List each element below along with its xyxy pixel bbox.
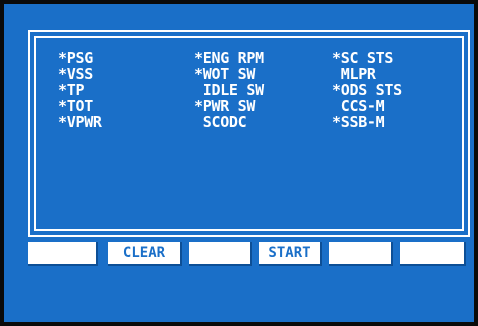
clear-button[interactable]: CLEAR [108,242,182,266]
menu-item-vss[interactable]: *VSS [58,66,102,82]
menu-item-ssb-m[interactable]: *SSB-M [332,114,402,130]
scan-tool-screen: *PSG *VSS *TP *TOT *VPWR *ENG RPM *WOT S… [0,0,478,326]
data-list-inner-frame: *PSG *VSS *TP *TOT *VPWR *ENG RPM *WOT S… [34,36,464,231]
menu-item-wot-sw[interactable]: *WOT SW [194,66,264,82]
softkey-6-button[interactable] [400,242,466,266]
menu-item-scodc[interactable]: SCODC [194,114,264,130]
softkey-3-button[interactable] [189,242,252,266]
data-list-panel: *PSG *VSS *TP *TOT *VPWR *ENG RPM *WOT S… [28,30,470,237]
menu-item-psg[interactable]: *PSG [58,50,102,66]
menu-item-sc-sts[interactable]: *SC STS [332,50,402,66]
data-column-2: *ENG RPM *WOT SW IDLE SW *PWR SW SCODC [194,50,264,130]
softkey-bar: CLEAR START [28,242,470,266]
menu-item-ods-sts[interactable]: *ODS STS [332,82,402,98]
menu-item-ccs-m[interactable]: CCS-M [332,98,402,114]
menu-item-vpwr[interactable]: *VPWR [58,114,102,130]
softkey-5-button[interactable] [329,242,393,266]
menu-item-pwr-sw[interactable]: *PWR SW [194,98,264,114]
data-column-1: *PSG *VSS *TP *TOT *VPWR [58,50,102,130]
menu-item-mlpr[interactable]: MLPR [332,66,402,82]
menu-item-idle-sw[interactable]: IDLE SW [194,82,264,98]
data-column-3: *SC STS MLPR *ODS STS CCS-M *SSB-M [332,50,402,130]
menu-item-tp[interactable]: *TP [58,82,102,98]
menu-item-tot[interactable]: *TOT [58,98,102,114]
start-button[interactable]: START [259,242,322,266]
softkey-1-button[interactable] [28,242,98,266]
menu-item-eng-rpm[interactable]: *ENG RPM [194,50,264,66]
